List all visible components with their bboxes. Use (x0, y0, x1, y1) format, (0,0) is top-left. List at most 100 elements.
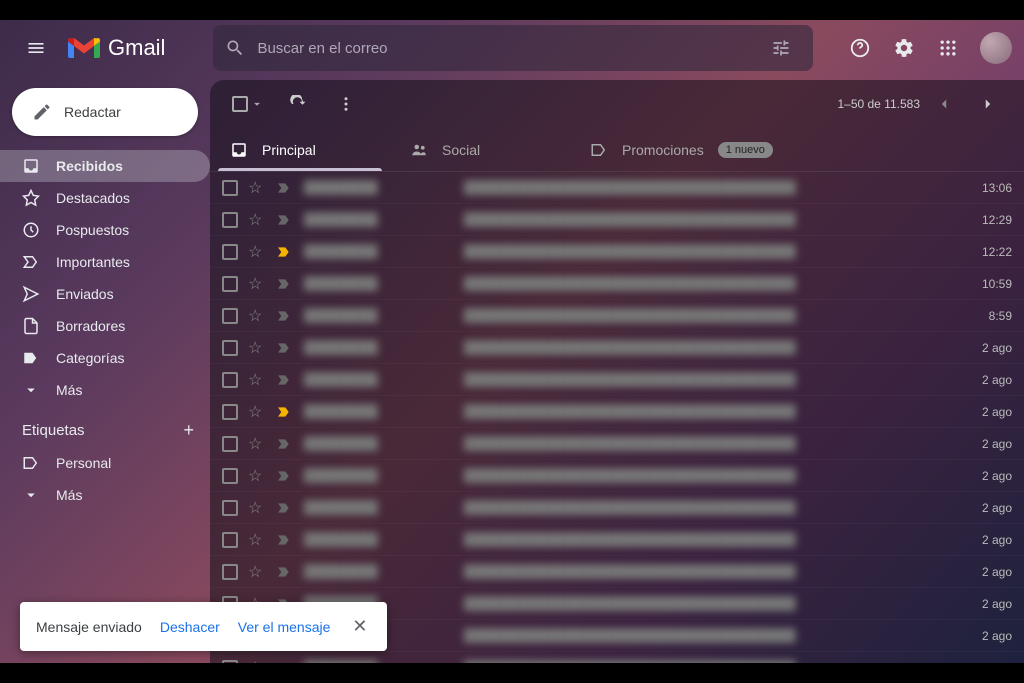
sidebar-item-destacados[interactable]: Destacados (0, 182, 210, 214)
email-row[interactable]: ☆███████████████████████████████████████… (210, 204, 1024, 236)
help-button[interactable] (840, 28, 880, 68)
toast-undo-link[interactable]: Deshacer (160, 619, 220, 635)
email-row[interactable]: ☆███████████████████████████████████████… (210, 172, 1024, 204)
header: Gmail (0, 20, 1024, 76)
sidebar-item-borradores[interactable]: Borradores (0, 310, 210, 342)
email-row[interactable]: ☆███████████████████████████████████████… (210, 428, 1024, 460)
toast-view-link[interactable]: Ver el mensaje (238, 619, 331, 635)
tab-social[interactable]: Social (390, 128, 570, 171)
star-icon[interactable]: ☆ (248, 434, 266, 454)
email-checkbox[interactable] (222, 532, 238, 548)
sidebar-item-categorías[interactable]: Categorías (0, 342, 210, 374)
star-icon[interactable]: ☆ (248, 242, 266, 262)
email-row[interactable]: ☆███████████████████████████████████████… (210, 460, 1024, 492)
hamburger-icon (26, 38, 46, 58)
email-row[interactable]: ☆███████████████████████████████████████… (210, 492, 1024, 524)
sidebar-item-importantes[interactable]: Importantes (0, 246, 210, 278)
search-input[interactable] (257, 40, 749, 57)
star-icon[interactable]: ☆ (248, 210, 266, 230)
star-icon[interactable]: ☆ (248, 402, 266, 422)
search-bar[interactable] (213, 25, 813, 71)
important-marker[interactable] (276, 436, 294, 452)
star-icon[interactable]: ☆ (248, 274, 266, 294)
important-marker[interactable] (276, 276, 294, 292)
star-icon[interactable]: ☆ (248, 370, 266, 390)
email-checkbox[interactable] (222, 436, 238, 452)
main-menu-button[interactable] (12, 24, 60, 72)
search-options-button[interactable] (761, 28, 801, 68)
sidebar-item-label: Importantes (56, 254, 130, 270)
important-marker[interactable] (276, 468, 294, 484)
apps-button[interactable] (928, 28, 968, 68)
email-checkbox[interactable] (222, 372, 238, 388)
email-checkbox[interactable] (222, 340, 238, 356)
email-row[interactable]: ☆███████████████████████████████████████… (210, 556, 1024, 588)
gmail-app: Gmail Redactar RecibidosDestacadosPospue… (0, 20, 1024, 663)
email-checkbox[interactable] (222, 244, 238, 260)
email-checkbox[interactable] (222, 276, 238, 292)
sidebar-item-enviados[interactable]: Enviados (0, 278, 210, 310)
important-marker[interactable] (276, 244, 294, 260)
email-row[interactable]: ☆███████████████████████████████████████… (210, 300, 1024, 332)
important-marker[interactable] (276, 180, 294, 196)
email-checkbox[interactable] (222, 212, 238, 228)
more-button[interactable] (326, 84, 366, 124)
email-row[interactable]: ☆███████████████████████████████████████… (210, 268, 1024, 300)
tab-promociones[interactable]: Promociones1 nuevo (570, 128, 793, 171)
account-avatar[interactable] (980, 32, 1012, 64)
email-checkbox[interactable] (222, 180, 238, 196)
email-checkbox[interactable] (222, 468, 238, 484)
refresh-button[interactable] (278, 84, 318, 124)
important-marker[interactable] (276, 212, 294, 228)
email-row[interactable]: ☆███████████████████████████████████████… (210, 236, 1024, 268)
important-marker[interactable] (276, 340, 294, 356)
email-time: 2 ago (962, 629, 1012, 643)
select-all-checkbox[interactable] (232, 96, 248, 112)
important-marker[interactable] (276, 564, 294, 580)
important-marker[interactable] (276, 308, 294, 324)
email-checkbox[interactable] (222, 500, 238, 516)
important-marker[interactable] (276, 532, 294, 548)
compose-button[interactable]: Redactar (12, 88, 198, 136)
important-marker[interactable] (276, 372, 294, 388)
star-icon[interactable]: ☆ (248, 306, 266, 326)
add-label-button[interactable]: + (183, 420, 194, 441)
email-row[interactable]: ☆███████████████████████████████████████… (210, 396, 1024, 428)
star-icon[interactable]: ☆ (248, 498, 266, 518)
email-row[interactable]: ☆███████████████████████████████████████… (210, 652, 1024, 663)
email-row[interactable]: ☆███████████████████████████████████████… (210, 332, 1024, 364)
tab-label: Promociones (622, 142, 704, 158)
label-item-más[interactable]: Más (0, 479, 210, 511)
important-marker[interactable] (276, 500, 294, 516)
star-icon[interactable]: ☆ (248, 466, 266, 486)
email-row[interactable]: ☆███████████████████████████████████████… (210, 364, 1024, 396)
sidebar-item-pospuestos[interactable]: Pospuestos (0, 214, 210, 246)
email-checkbox[interactable] (222, 308, 238, 324)
email-sender: ████████ (304, 500, 454, 515)
sidebar-item-recibidos[interactable]: Recibidos (0, 150, 210, 182)
toast-close-button[interactable]: ✕ (348, 616, 371, 637)
email-checkbox[interactable] (222, 564, 238, 580)
tab-principal[interactable]: Principal (210, 128, 390, 171)
star-icon (22, 189, 40, 207)
star-icon[interactable]: ☆ (248, 562, 266, 582)
label-item-personal[interactable]: Personal (0, 447, 210, 479)
important-marker[interactable] (276, 404, 294, 420)
label-item-text: Más (56, 487, 82, 503)
prev-page-button[interactable] (924, 84, 964, 124)
star-icon[interactable]: ☆ (248, 338, 266, 358)
star-icon[interactable]: ☆ (248, 178, 266, 198)
gmail-logo[interactable]: Gmail (68, 35, 165, 61)
star-icon[interactable]: ☆ (248, 530, 266, 550)
email-row[interactable]: ☆███████████████████████████████████████… (210, 524, 1024, 556)
select-all[interactable] (226, 90, 270, 118)
email-time: 10:59 (962, 277, 1012, 291)
email-subject: ████████████████████████████████████ (464, 308, 952, 323)
people-icon (410, 141, 428, 159)
email-checkbox[interactable] (222, 404, 238, 420)
next-page-button[interactable] (968, 84, 1008, 124)
tag-icon (590, 141, 608, 159)
sidebar-item-más[interactable]: Más (0, 374, 210, 406)
toolbar: 1–50 de 11.583 (210, 80, 1024, 128)
settings-button[interactable] (884, 28, 924, 68)
